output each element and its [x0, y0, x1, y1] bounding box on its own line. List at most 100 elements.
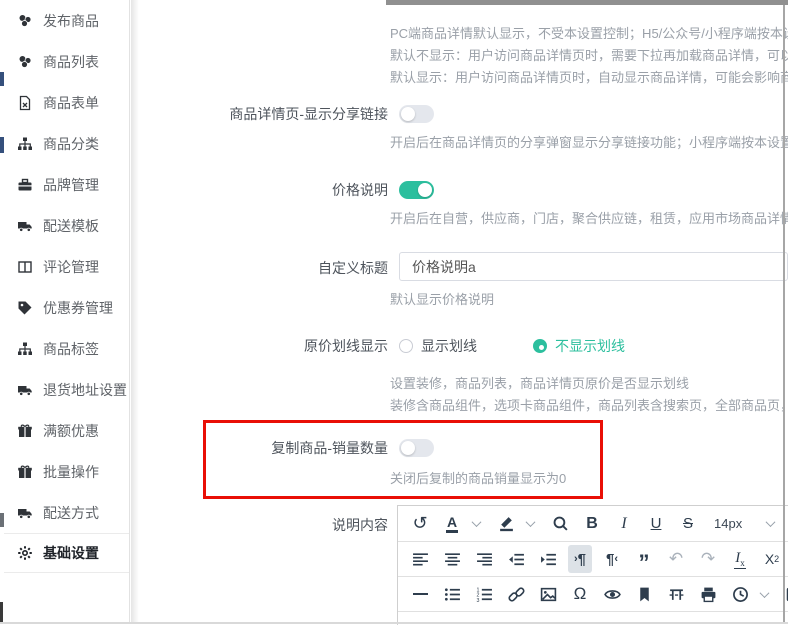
truck-icon [16, 504, 33, 521]
sidebar-item-label: 批量操作 [43, 462, 99, 482]
toggle-knob [401, 441, 415, 455]
indent-icon[interactable] [536, 545, 560, 573]
share-link-toggle[interactable] [399, 105, 434, 123]
underline-icon[interactable]: U [644, 510, 668, 538]
copy-sales-help: 关闭后复制的商品销量显示为0 [390, 468, 788, 487]
sidebar-item-brand-management[interactable]: 品牌管理 [4, 164, 129, 205]
sidebar-item-return-address-settings[interactable]: 退货地址设置 [4, 369, 129, 410]
font-size-chevron-icon [766, 517, 776, 527]
sidebar-item-label: 满额优惠 [43, 421, 99, 441]
redo-icon[interactable]: ↷ [696, 545, 720, 573]
bold-icon[interactable]: B [580, 510, 604, 538]
font-color-chevron-icon[interactable] [464, 510, 488, 538]
page-break-icon[interactable] [664, 580, 688, 608]
price-note-label: 价格说明 [138, 180, 388, 200]
link-icon[interactable] [504, 580, 528, 608]
bottom-border [0, 622, 788, 624]
svg-text:3: 3 [476, 597, 479, 602]
toggle-knob [401, 107, 415, 121]
price-note-row: 价格说明 [138, 180, 788, 200]
sidebar-item-delivery-method[interactable]: 配送方式 [4, 492, 129, 533]
strikethrough-row: 原价划线显示 显示划线 不显示划线 [138, 336, 788, 356]
custom-title-label: 自定义标题 [138, 258, 388, 278]
arrow-glyph: ‹ [614, 553, 618, 565]
sidebar-item-label: 商品标签 [43, 339, 99, 359]
subscript-index: 2 [774, 554, 779, 564]
sidebar-item-label: 商品列表 [43, 52, 99, 72]
sidebar-item-label: 商品分类 [43, 134, 99, 154]
sidebar-item-product-tags[interactable]: 商品标签 [4, 328, 129, 369]
bookmark-icon[interactable] [632, 580, 656, 608]
insert-image-icon[interactable] [536, 580, 560, 608]
price-note-toggle[interactable] [399, 181, 434, 199]
copy-sales-row: 复制商品-销量数量 [138, 438, 788, 458]
highlight-pen-icon[interactable] [494, 510, 518, 538]
font-color-icon[interactable]: A [440, 510, 464, 538]
sidebar-item-label: 评论管理 [43, 257, 99, 277]
sidebar-item-product-form[interactable]: 商品表单 [4, 82, 129, 123]
align-right-icon[interactable] [472, 545, 496, 573]
briefcase-icon [16, 176, 33, 193]
sidebar-item-coupon-management[interactable]: 优惠券管理 [4, 287, 129, 328]
font-size-dropdown[interactable]: 14px [704, 516, 782, 531]
strikethrough-icon[interactable]: S [676, 510, 700, 538]
cubes-icon [16, 53, 33, 70]
editor-toolbar-row-1: ↺ A B I U S 14px [398, 506, 788, 542]
sidebar: 发布商品 商品列表 商品表单 商品分类 品牌管理 配送模板 评论管理 优惠券管 [4, 0, 130, 622]
truck-icon [16, 217, 33, 234]
blockquote-icon[interactable]: ” [632, 545, 656, 573]
gift-icon [16, 422, 33, 439]
copy-sales-label: 复制商品-销量数量 [138, 438, 388, 458]
clear-format-sub: x [740, 558, 745, 568]
print-icon[interactable] [696, 580, 720, 608]
subscript-icon[interactable]: X2 [760, 545, 784, 573]
custom-title-help: 默认显示价格说明 [390, 289, 788, 308]
sidebar-item-full-amount-discount[interactable]: 满额优惠 [4, 410, 129, 451]
sidebar-item-publish-product[interactable]: 发布商品 [4, 0, 129, 41]
subscript-letter: X [765, 551, 774, 567]
radio-label: 不显示划线 [555, 336, 625, 356]
radio-show-strikethrough[interactable]: 显示划线 [399, 336, 477, 356]
align-center-icon[interactable] [440, 545, 464, 573]
settings-intro-text: PC端商品详情默认显示，不受本设置控制；H5/公众号/小程序端按本设置控制； 默… [390, 23, 788, 89]
undo-icon[interactable]: ↶ [664, 545, 688, 573]
horizontal-rule-icon[interactable] [408, 580, 432, 608]
bullet-list-icon[interactable] [440, 580, 464, 608]
copy-sales-toggle[interactable] [399, 439, 434, 457]
time-chevron-icon[interactable] [752, 580, 776, 608]
radio-label: 显示划线 [421, 336, 477, 356]
radio-hide-strikethrough[interactable]: 不显示划线 [533, 336, 625, 356]
insert-time-icon[interactable] [728, 580, 752, 608]
custom-title-input[interactable] [399, 252, 788, 281]
numbered-list-icon[interactable]: 123 [472, 580, 496, 608]
outdent-icon[interactable] [504, 545, 528, 573]
gear-icon [16, 545, 33, 562]
sidebar-item-batch-operations[interactable]: 批量操作 [4, 451, 129, 492]
sidebar-item-basic-settings[interactable]: 基础设置 [4, 533, 129, 573]
sidebar-item-product-category[interactable]: 商品分类 [4, 123, 129, 164]
sidebar-item-comment-management[interactable]: 评论管理 [4, 246, 129, 287]
paragraph-ltr-icon[interactable]: ›¶ [568, 545, 592, 573]
intro-line: PC端商品详情默认显示，不受本设置控制；H5/公众号/小程序端按本设置控制； [390, 23, 788, 45]
app-window: 发布商品 商品列表 商品表单 商品分类 品牌管理 配送模板 评论管理 优惠券管 [0, 0, 788, 625]
sidebar-item-product-list[interactable]: 商品列表 [4, 41, 129, 82]
paragraph-rtl-icon[interactable]: ¶‹ [600, 545, 624, 573]
highlight-chevron-icon[interactable] [518, 510, 542, 538]
vertical-scrollbar[interactable] [783, 5, 785, 622]
font-size-value: 14px [714, 516, 742, 531]
preview-eye-icon[interactable] [600, 580, 624, 608]
sidebar-item-delivery-template[interactable]: 配送模板 [4, 205, 129, 246]
italic-icon[interactable]: I [612, 510, 636, 538]
intro-line: 默认不显示：用户访问商品详情页时，需要下拉再加载商品详情，可以提升页面打开速度 [390, 45, 788, 67]
editor-toolbar-row-3: 123 Ω [398, 577, 788, 612]
align-left-icon[interactable] [408, 545, 432, 573]
custom-title-row: 自定义标题 [138, 258, 788, 281]
zoom-search-icon[interactable] [548, 510, 572, 538]
radio-circle-icon [533, 339, 547, 353]
history-icon[interactable]: ↺ [408, 510, 432, 538]
clear-format-icon[interactable]: Ix [728, 545, 752, 573]
sidebar-item-label: 配送方式 [43, 503, 99, 523]
share-link-label: 商品详情页-显示分享链接 [138, 104, 388, 124]
file-form-icon [16, 94, 33, 111]
special-char-icon[interactable]: Ω [568, 580, 592, 608]
